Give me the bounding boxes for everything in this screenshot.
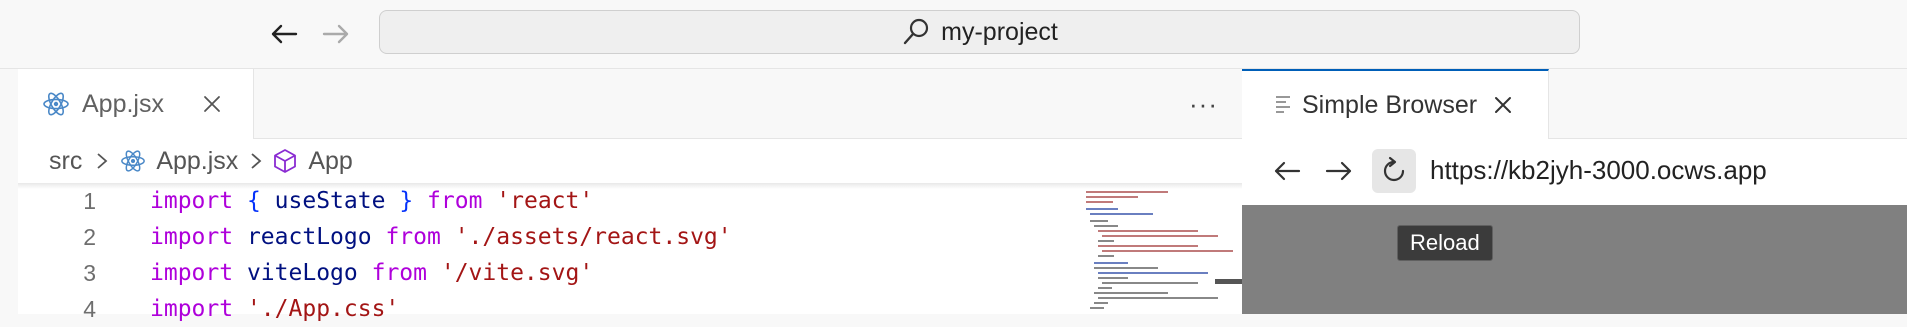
keyword: from [385,224,441,250]
line-number: 3 [83,259,96,286]
refresh-icon [1383,156,1405,182]
browser-content[interactable] [1242,205,1907,314]
editor-tab-bar: App.jsx ··· [18,69,1242,139]
breadcrumb-symbol-label: App [308,146,353,175]
breadcrumb: src App.jsx App [18,139,1242,183]
code-area[interactable]: 1 import { useState } from 'react' 2 imp… [18,183,1068,322]
line-number: 2 [83,223,96,250]
keyword: import [150,260,234,286]
arrow-right-icon [1325,161,1352,181]
breadcrumb-file[interactable]: App.jsx [120,147,238,176]
line-content: import './App.css' [150,296,399,322]
react-icon [121,150,146,172]
punctuation: { [246,188,261,214]
breadcrumb-folder[interactable]: src [49,147,82,176]
simple-browser-pane: Simple Browser https://kb2jyh-3000.ocws.… [1242,69,1907,314]
forward-button[interactable] [318,16,354,52]
cube-icon [274,149,297,173]
breadcrumb-symbol[interactable]: App [272,146,353,176]
close-icon[interactable] [1493,95,1513,115]
browser-forward-button[interactable] [1324,156,1354,191]
react-icon [43,92,69,116]
close-icon[interactable] [202,94,222,114]
code-line: 4 import './App.css' [18,291,399,327]
arrow-left-icon [1274,161,1301,181]
back-button[interactable] [266,16,302,52]
tab-label: Simple Browser [1302,90,1478,119]
reload-tooltip: Reload [1397,225,1493,261]
identifier: viteLogo [246,260,358,286]
more-actions-button[interactable]: ··· [1189,89,1218,120]
string-literal: './App.css' [246,296,400,322]
keyword: import [150,224,234,250]
minimap-preview [1086,186,1233,309]
identifier: reactLogo [246,224,372,250]
breadcrumb-folder-label: src [49,146,83,175]
line-content: import { useState } from 'react' [150,188,593,214]
code-line: 3 import viteLogo from '/vite.svg' [18,255,593,291]
tab-app-jsx[interactable]: App.jsx [18,69,254,139]
preview-icon [1276,96,1290,113]
string-literal: 'react' [496,188,594,214]
keyword: from [371,260,427,286]
tab-simple-browser[interactable]: Simple Browser [1242,69,1549,139]
punctuation: } [399,188,414,214]
breadcrumb-file-label: App.jsx [156,146,239,175]
line-content: import reactLogo from './assets/react.sv… [150,224,732,250]
command-center[interactable]: my-project [379,10,1580,54]
browser-toolbar: https://kb2jyh-3000.ocws.app [1242,139,1907,205]
url-field[interactable]: https://kb2jyh-3000.ocws.app [1430,155,1767,186]
browser-back-button[interactable] [1272,156,1302,191]
command-center-text: my-project [941,17,1058,46]
chevron-right-icon [251,153,262,169]
keyword: from [427,188,483,214]
arrow-left-icon [271,24,298,44]
browser-tab-bar: Simple Browser [1242,69,1907,139]
search-icon [903,18,929,45]
reload-button[interactable] [1372,149,1416,193]
line-number: 1 [83,187,96,214]
code-line: 2 import reactLogo from './assets/react.… [18,219,731,255]
line-content: import viteLogo from '/vite.svg' [150,260,593,286]
editor-pane: App.jsx ··· src App.jsx App 1 import {u… [18,69,1242,322]
keyword: import [150,296,234,322]
chevron-right-icon [97,153,108,169]
title-bar: my-project [0,0,1907,69]
minimap[interactable] [1068,183,1242,314]
string-literal: './assets/react.svg' [454,224,732,250]
breadcrumb-shadow [18,183,1242,189]
scrollbar-thumb[interactable] [1215,279,1242,284]
string-literal: '/vite.svg' [440,260,594,286]
arrow-right-icon [322,24,349,44]
tab-label: App.jsx [82,89,164,118]
identifier: useState [274,188,386,214]
keyword: import [150,188,234,214]
line-number: 4 [83,295,96,322]
